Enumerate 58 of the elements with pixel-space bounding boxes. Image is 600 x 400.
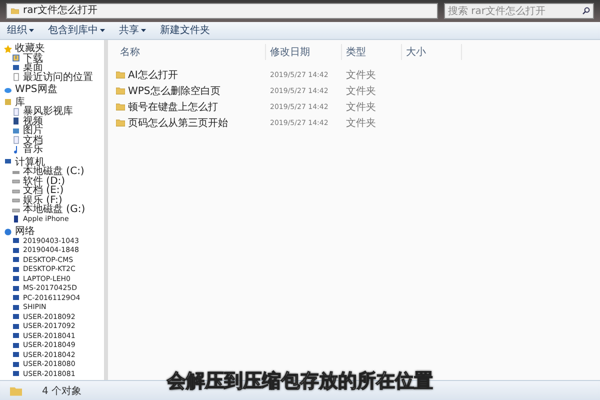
folder-item[interactable]: WPS怎么删除空白页 xyxy=(116,84,266,98)
folder-item[interactable]: 页码怎么从第三页开始 xyxy=(116,116,266,130)
caret-icon xyxy=(100,28,105,32)
type-cell-text: 文件夹 xyxy=(345,100,377,114)
document-icon xyxy=(12,108,20,116)
column-header[interactable]: 修改日期 xyxy=(266,44,342,60)
nav-item[interactable]: 图片 xyxy=(23,126,43,136)
nav-item[interactable]: 下载 xyxy=(23,54,43,63)
nav-item[interactable]: 视频 xyxy=(23,116,43,126)
toolbar-button[interactable]: 组织 xyxy=(4,24,37,36)
nav-item[interactable]: 本地磁盘 (C:) xyxy=(23,167,84,176)
nav-item[interactable]: 网络 xyxy=(15,227,35,236)
film-icon xyxy=(12,117,20,126)
library-icon xyxy=(4,98,12,106)
folder-icon xyxy=(10,384,22,396)
search-icon[interactable] xyxy=(582,7,590,15)
folder-item[interactable]: AI怎么打开 xyxy=(116,68,266,82)
monitor-icon xyxy=(12,64,20,72)
document-icon xyxy=(12,136,20,144)
star-icon xyxy=(4,44,12,53)
column-header[interactable]: 名称 xyxy=(116,44,266,60)
page-icon xyxy=(12,73,20,82)
music-note-icon xyxy=(12,146,20,154)
nav-item[interactable]: 最近访问的位置 xyxy=(23,72,93,82)
folder-icon xyxy=(11,8,19,14)
address-bar[interactable]: rar文件怎么打开 xyxy=(6,3,438,19)
item-count: 4 个对象 xyxy=(42,384,82,398)
nav-item[interactable]: 收藏夹 xyxy=(15,44,45,54)
nav-item[interactable]: 音乐 xyxy=(23,145,43,154)
type-cell-text: 文件夹 xyxy=(345,68,377,82)
caret-icon xyxy=(29,28,34,32)
nav-item[interactable]: 库 xyxy=(15,98,25,107)
video-subtitle: 会解压到压缩包存放的所在位置 xyxy=(167,369,433,394)
folder-item[interactable]: 顿号在键盘上怎么打 xyxy=(116,100,266,114)
nav-item[interactable]: 娱乐 (F:) xyxy=(23,196,62,205)
type-cell-text: 文件夹 xyxy=(345,116,377,130)
nav-item[interactable]: 暴风影视库 xyxy=(23,107,73,116)
nav-item[interactable]: 软件 (D:) xyxy=(23,176,66,186)
nav-item[interactable]: 本地磁盘 (G:) xyxy=(23,205,86,214)
computer-icon xyxy=(4,158,12,166)
nav-item[interactable]: 计算机 xyxy=(15,158,45,167)
picture-icon xyxy=(12,126,20,135)
nav-item[interactable]: 桌面 xyxy=(23,63,43,72)
network-icon xyxy=(4,228,12,236)
column-header[interactable]: 大小 xyxy=(402,44,462,60)
toolbar-button[interactable]: 包含到库中 xyxy=(45,24,108,36)
type-cell-text: 文件夹 xyxy=(345,84,377,98)
nav-item[interactable]: 文档 (E:) xyxy=(23,186,64,196)
address-path[interactable]: rar文件怎么打开 xyxy=(23,6,98,16)
folder-arrow-icon xyxy=(12,54,20,62)
caret-icon xyxy=(141,28,146,32)
phone-icon xyxy=(12,215,20,224)
cloud-icon xyxy=(4,86,12,94)
nav-item[interactable]: 文档 xyxy=(23,136,43,145)
toolbar-button[interactable]: 共享 xyxy=(116,24,149,36)
nav-item[interactable]: WPS网盘 xyxy=(15,85,58,94)
toolbar-button[interactable]: 新建文件夹 xyxy=(157,24,213,36)
column-header[interactable]: 类型 xyxy=(342,44,402,60)
